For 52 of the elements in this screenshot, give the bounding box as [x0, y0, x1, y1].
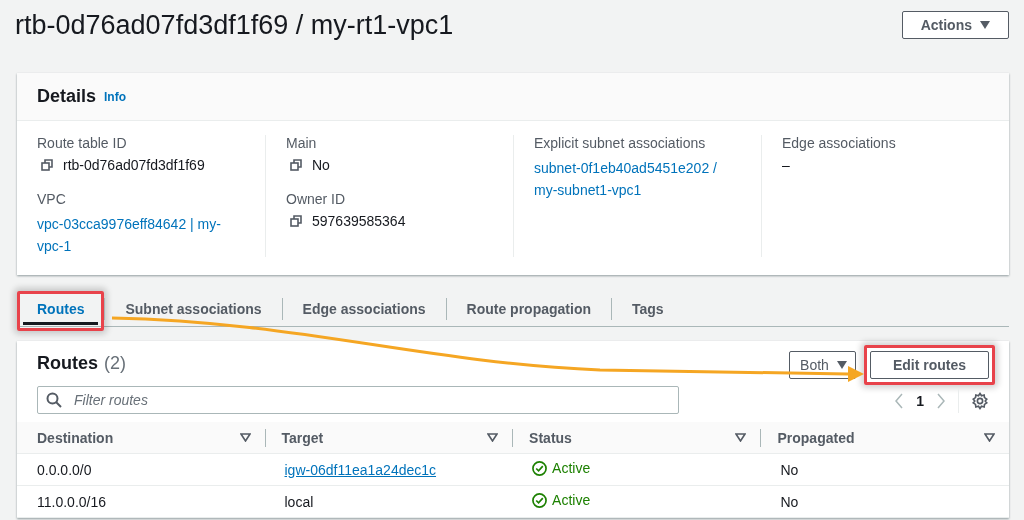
tab[interactable]: Tags — [618, 296, 678, 325]
both-dropdown[interactable]: Both — [789, 351, 856, 379]
field-label: Edge associations — [782, 135, 897, 151]
caret-icon — [980, 21, 990, 29]
field-value: rtb-0d76ad07fd3df1f69 — [63, 157, 205, 173]
table-cell: No — [780, 461, 799, 478]
page-title: rtb-0d76ad07fd3df1f69 / my-rt1-vpc1 — [15, 9, 454, 41]
settings-icon[interactable] — [971, 392, 989, 410]
field-link[interactable]: subnet-0f1eb40ad5451e202 / my-subnet1-vpc1 — [534, 157, 741, 201]
table-cell: 11.0.0.0/16 — [37, 493, 107, 510]
field-label: VPC — [37, 191, 67, 207]
sort-icon[interactable] — [984, 433, 995, 442]
actions-button[interactable]: Actions — [901, 11, 1009, 39]
field-label: Main — [286, 135, 318, 151]
tab[interactable]: Edge associations — [288, 296, 440, 325]
check-circle-icon — [532, 460, 548, 476]
column-header: Destination — [37, 429, 114, 446]
check-circle-icon — [532, 492, 548, 508]
column-header: Target — [281, 429, 324, 446]
field-link[interactable]: vpc-03cca9976eff84642 | my-vpc-1 — [37, 213, 245, 257]
table-cell: 0.0.0.0/0 — [37, 461, 92, 478]
table-cell: No — [780, 493, 799, 510]
column-header: Propagated — [777, 429, 855, 446]
status-text: Active — [552, 492, 591, 509]
sort-icon[interactable] — [239, 433, 251, 442]
sort-icon[interactable] — [487, 433, 499, 442]
edit-routes-button[interactable]: Edit routes — [869, 351, 989, 379]
tab[interactable]: Routes — [23, 296, 99, 325]
column-header: Status — [529, 429, 572, 446]
field-value: No — [312, 157, 330, 173]
field-label: Route table ID — [37, 135, 128, 151]
search-icon — [46, 392, 62, 408]
copy-icon[interactable] — [41, 159, 53, 171]
tab[interactable]: Subnet associations — [111, 296, 276, 325]
copy-icon[interactable] — [290, 215, 302, 227]
routes-count: (2) — [104, 353, 126, 374]
info-link[interactable]: Info — [104, 89, 127, 104]
routes-title: Routes — [37, 353, 98, 374]
target-link[interactable]: igw-06df11ea1a24dec1c — [284, 461, 437, 478]
caret-icon — [836, 361, 847, 369]
field-label: Explicit subnet associations — [534, 135, 707, 151]
field-label: Owner ID — [286, 191, 347, 207]
field-value: 597639585364 — [312, 213, 406, 229]
tab[interactable]: Route propagation — [452, 296, 605, 325]
sort-icon[interactable] — [735, 433, 747, 442]
field-value: – — [782, 157, 791, 173]
filter-field[interactable]: Filter routes — [37, 386, 679, 414]
table-cell: local — [284, 493, 314, 510]
copy-icon[interactable] — [290, 159, 302, 171]
details-title: Details — [37, 86, 97, 107]
page-number[interactable]: 1 — [916, 393, 924, 409]
status-text: Active — [552, 460, 591, 477]
